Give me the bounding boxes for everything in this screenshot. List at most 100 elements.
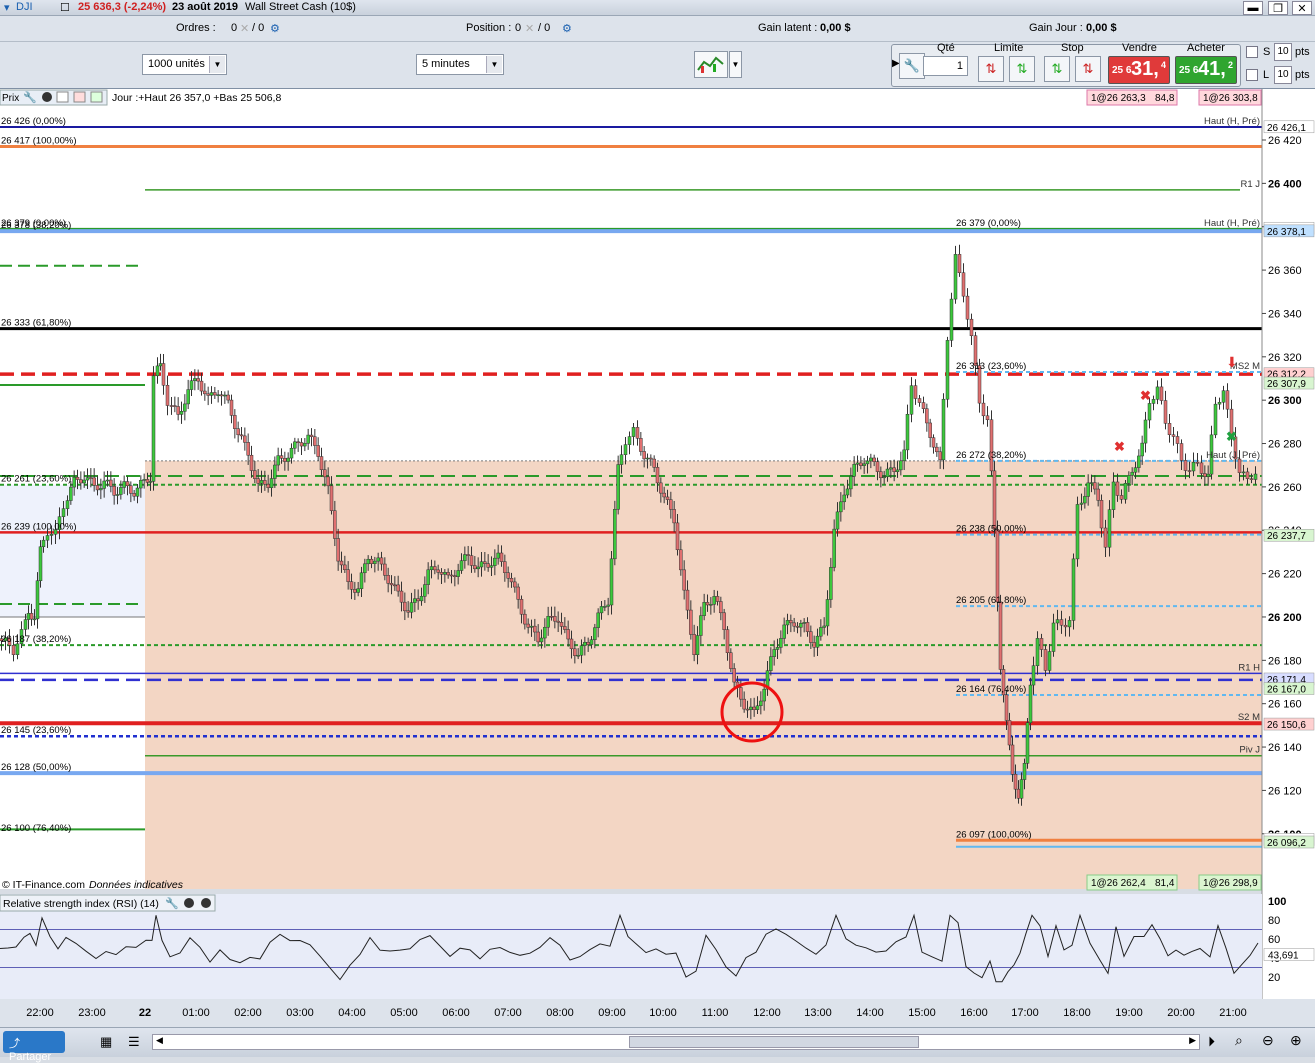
axis-value-label: 26 237,7 bbox=[1267, 531, 1306, 542]
candle bbox=[343, 564, 347, 570]
s-checkbox[interactable] bbox=[1246, 46, 1258, 58]
share-button[interactable]: ⤴ Partager bbox=[3, 1031, 65, 1063]
minimize-button[interactable]: ▬ bbox=[1243, 1, 1263, 15]
sell-button[interactable]: 25 6 31, 4 bbox=[1108, 56, 1170, 84]
instrument-code[interactable]: DJI bbox=[16, 1, 33, 13]
candle bbox=[213, 392, 217, 396]
time-tick-label: 22:00 bbox=[26, 1007, 54, 1019]
close-indicator-icon[interactable] bbox=[56, 91, 69, 103]
gain-jour-label: Gain Jour : bbox=[1029, 22, 1083, 34]
close-position-icon[interactable]: ✕ bbox=[525, 22, 534, 35]
account-bar: Ordres : 0 ✕ / 0 ⚙ Position : 0 ✕ / 0 ⚙ … bbox=[0, 16, 1315, 42]
buy-button[interactable]: 25 6 41, 2 bbox=[1175, 56, 1237, 84]
candle bbox=[902, 449, 906, 462]
candle bbox=[981, 402, 986, 417]
candle bbox=[35, 580, 40, 620]
chart-type-button[interactable] bbox=[694, 51, 728, 78]
price-chart[interactable]: 26 426 (0,00%) 26 417 (100,00%) 26 379 (0,… bbox=[0, 89, 1315, 1027]
zoom-fit-icon[interactable]: ⌕ bbox=[1235, 1032, 1243, 1049]
candle bbox=[266, 483, 270, 488]
zoom-in-icon[interactable]: ⊕ bbox=[1290, 1032, 1302, 1049]
settings-wrench-button[interactable]: 🔧 bbox=[899, 53, 925, 79]
candle bbox=[11, 645, 16, 655]
remove-indicator-icon[interactable] bbox=[42, 92, 52, 102]
chart-type-dropdown[interactable]: ▼ bbox=[729, 51, 742, 78]
up-arrow-icon[interactable] bbox=[90, 91, 103, 103]
candle bbox=[998, 601, 1003, 670]
candle bbox=[1133, 467, 1138, 473]
candle bbox=[132, 493, 136, 497]
candle bbox=[1203, 473, 1207, 477]
order-bottom-left-b: 81,4 bbox=[1155, 878, 1175, 889]
candle bbox=[556, 620, 560, 623]
candle bbox=[945, 340, 950, 400]
qty-input[interactable]: 1 bbox=[923, 56, 968, 76]
s-pts-label: pts bbox=[1295, 46, 1310, 58]
candle bbox=[1067, 620, 1072, 628]
chevron-icon[interactable]: ⏵ bbox=[1208, 1033, 1215, 1050]
candle bbox=[1099, 500, 1104, 529]
stop-buy-button[interactable]: ⇅ bbox=[1044, 56, 1070, 82]
remove-indicator-icon[interactable] bbox=[184, 898, 194, 908]
stop-sell-button[interactable]: ⇅ bbox=[1075, 56, 1101, 82]
candle bbox=[1115, 481, 1120, 496]
close-orders-icon[interactable]: ✕ bbox=[240, 22, 249, 35]
wrench-icon[interactable]: 🔧 bbox=[165, 896, 179, 910]
close-indicator-icon[interactable] bbox=[201, 898, 211, 908]
restore-button[interactable]: ❐ bbox=[1268, 1, 1288, 15]
candlestick-chart-icon bbox=[697, 56, 724, 73]
candle bbox=[536, 631, 540, 643]
time-tick-label: 03:00 bbox=[286, 1007, 314, 1019]
position-settings-icon[interactable]: ⚙ bbox=[562, 22, 572, 35]
wrench-icon[interactable]: 🔧 bbox=[23, 90, 37, 104]
candle bbox=[635, 427, 640, 439]
candle bbox=[921, 402, 926, 409]
list-icon[interactable]: ☰ bbox=[128, 1034, 140, 1050]
time-tick-label: 16:00 bbox=[960, 1007, 988, 1019]
l-pts-input[interactable]: 10 bbox=[1274, 66, 1292, 84]
limit-buy-button[interactable]: ⇅ bbox=[978, 56, 1004, 82]
candle bbox=[965, 295, 970, 320]
candle bbox=[802, 622, 806, 624]
order-top-right-text: 1@26 303,8 bbox=[1203, 93, 1258, 104]
candle bbox=[1195, 462, 1200, 464]
candle bbox=[236, 428, 240, 436]
interval-select[interactable]: 5 minutes ▼ bbox=[416, 54, 504, 75]
fib-label-left: 26 187 (38,20%) bbox=[1, 634, 71, 645]
candle bbox=[603, 606, 607, 608]
candle bbox=[216, 394, 220, 396]
candle bbox=[453, 575, 457, 578]
candle bbox=[383, 563, 387, 576]
candle bbox=[142, 479, 146, 481]
candle bbox=[29, 613, 34, 620]
candle bbox=[296, 441, 300, 444]
scroll-left-icon[interactable]: ◀ bbox=[156, 1035, 163, 1046]
candle bbox=[917, 398, 922, 403]
time-tick-label: 15:00 bbox=[908, 1007, 936, 1019]
cross-marker-icon: ✖ bbox=[1114, 439, 1125, 454]
l-checkbox[interactable] bbox=[1246, 69, 1258, 81]
candle bbox=[606, 604, 610, 607]
candle bbox=[659, 482, 663, 494]
candle bbox=[559, 622, 564, 627]
calculator-icon[interactable]: ▦ bbox=[100, 1034, 112, 1050]
candle bbox=[1143, 419, 1148, 444]
pivot-label: R1 H bbox=[1238, 662, 1260, 673]
arrow-icon[interactable]: ▾ bbox=[4, 1, 10, 14]
s-pts-input[interactable]: 10 bbox=[1274, 43, 1292, 61]
down-arrow-icon[interactable] bbox=[73, 91, 86, 103]
scrollbar-thumb[interactable] bbox=[629, 1036, 919, 1048]
zoom-out-icon[interactable]: ⊖ bbox=[1262, 1032, 1274, 1049]
limit-sell-button[interactable]: ⇅ bbox=[1009, 56, 1035, 82]
quantity-select[interactable]: 1000 unités ▼ bbox=[142, 54, 227, 75]
candle bbox=[957, 254, 962, 273]
fib-label-right: 26 313 (23,60%) bbox=[956, 361, 1026, 372]
close-window-button[interactable]: ✕ bbox=[1292, 1, 1312, 15]
scroll-right-icon[interactable]: ▶ bbox=[1189, 1035, 1196, 1046]
candle bbox=[1253, 473, 1258, 480]
order-top-left-b: 84,8 bbox=[1155, 93, 1175, 104]
time-tick-label: 20:00 bbox=[1167, 1007, 1195, 1019]
orders-settings-icon[interactable]: ⚙ bbox=[270, 22, 280, 35]
horizontal-scrollbar[interactable]: ◀ ▶ bbox=[152, 1034, 1200, 1050]
checkbox-icon[interactable]: ☐ bbox=[60, 1, 70, 14]
